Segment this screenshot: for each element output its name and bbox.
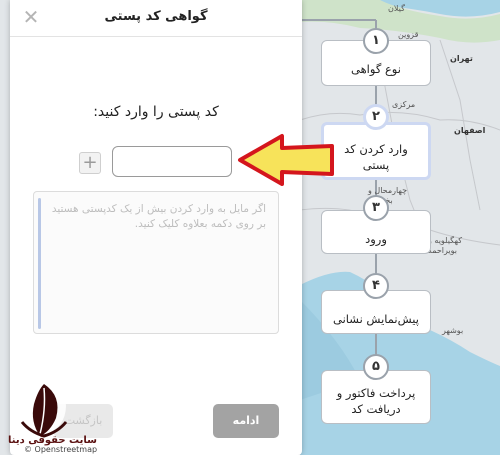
dialog-title: گواهی کد پستی	[104, 9, 208, 24]
step-label: پرداخت فاکتور و دریافت کد	[336, 386, 416, 416]
postal-code-prompt: کد پستی را وارد کنید:	[93, 104, 219, 120]
step-badge: ۳	[363, 195, 389, 221]
map-label: تهران	[450, 54, 473, 63]
step-enter-postal-code[interactable]: وارد کردن کد پستی	[321, 122, 431, 180]
map-label: اصفهان	[454, 126, 486, 135]
scrollbar[interactable]	[38, 198, 41, 329]
map-label: کهگیلویه و بویراحمد	[428, 236, 463, 255]
postal-code-input[interactable]	[112, 146, 232, 177]
map-label: گیلان	[388, 4, 405, 13]
step-label: ورود	[365, 232, 387, 246]
step-badge: ۴	[363, 273, 389, 299]
plus-icon[interactable]: +	[79, 152, 101, 174]
step-badge: ۱	[363, 28, 389, 54]
map-credit[interactable]: © Openstreetmap	[24, 445, 97, 454]
map-label: قزوین	[398, 30, 419, 39]
multi-postal-code-textarea[interactable]	[44, 192, 272, 333]
step-badge: ۵	[363, 354, 389, 380]
step-label: وارد کردن کد پستی	[344, 142, 408, 172]
pointing-arrow-icon	[238, 134, 334, 186]
step-badge: ۲	[363, 104, 389, 130]
step-label: نوع گواهی	[351, 62, 401, 76]
continue-button[interactable]: ادامه	[213, 404, 279, 438]
map-label: مرکزی	[392, 100, 416, 109]
multi-postal-code-area	[33, 191, 279, 334]
dialog-header: ✕ گواهی کد پستی	[10, 0, 302, 37]
map-label: بوشهر	[442, 326, 464, 335]
step-label: پیش‌نمایش نشانی	[333, 312, 419, 326]
